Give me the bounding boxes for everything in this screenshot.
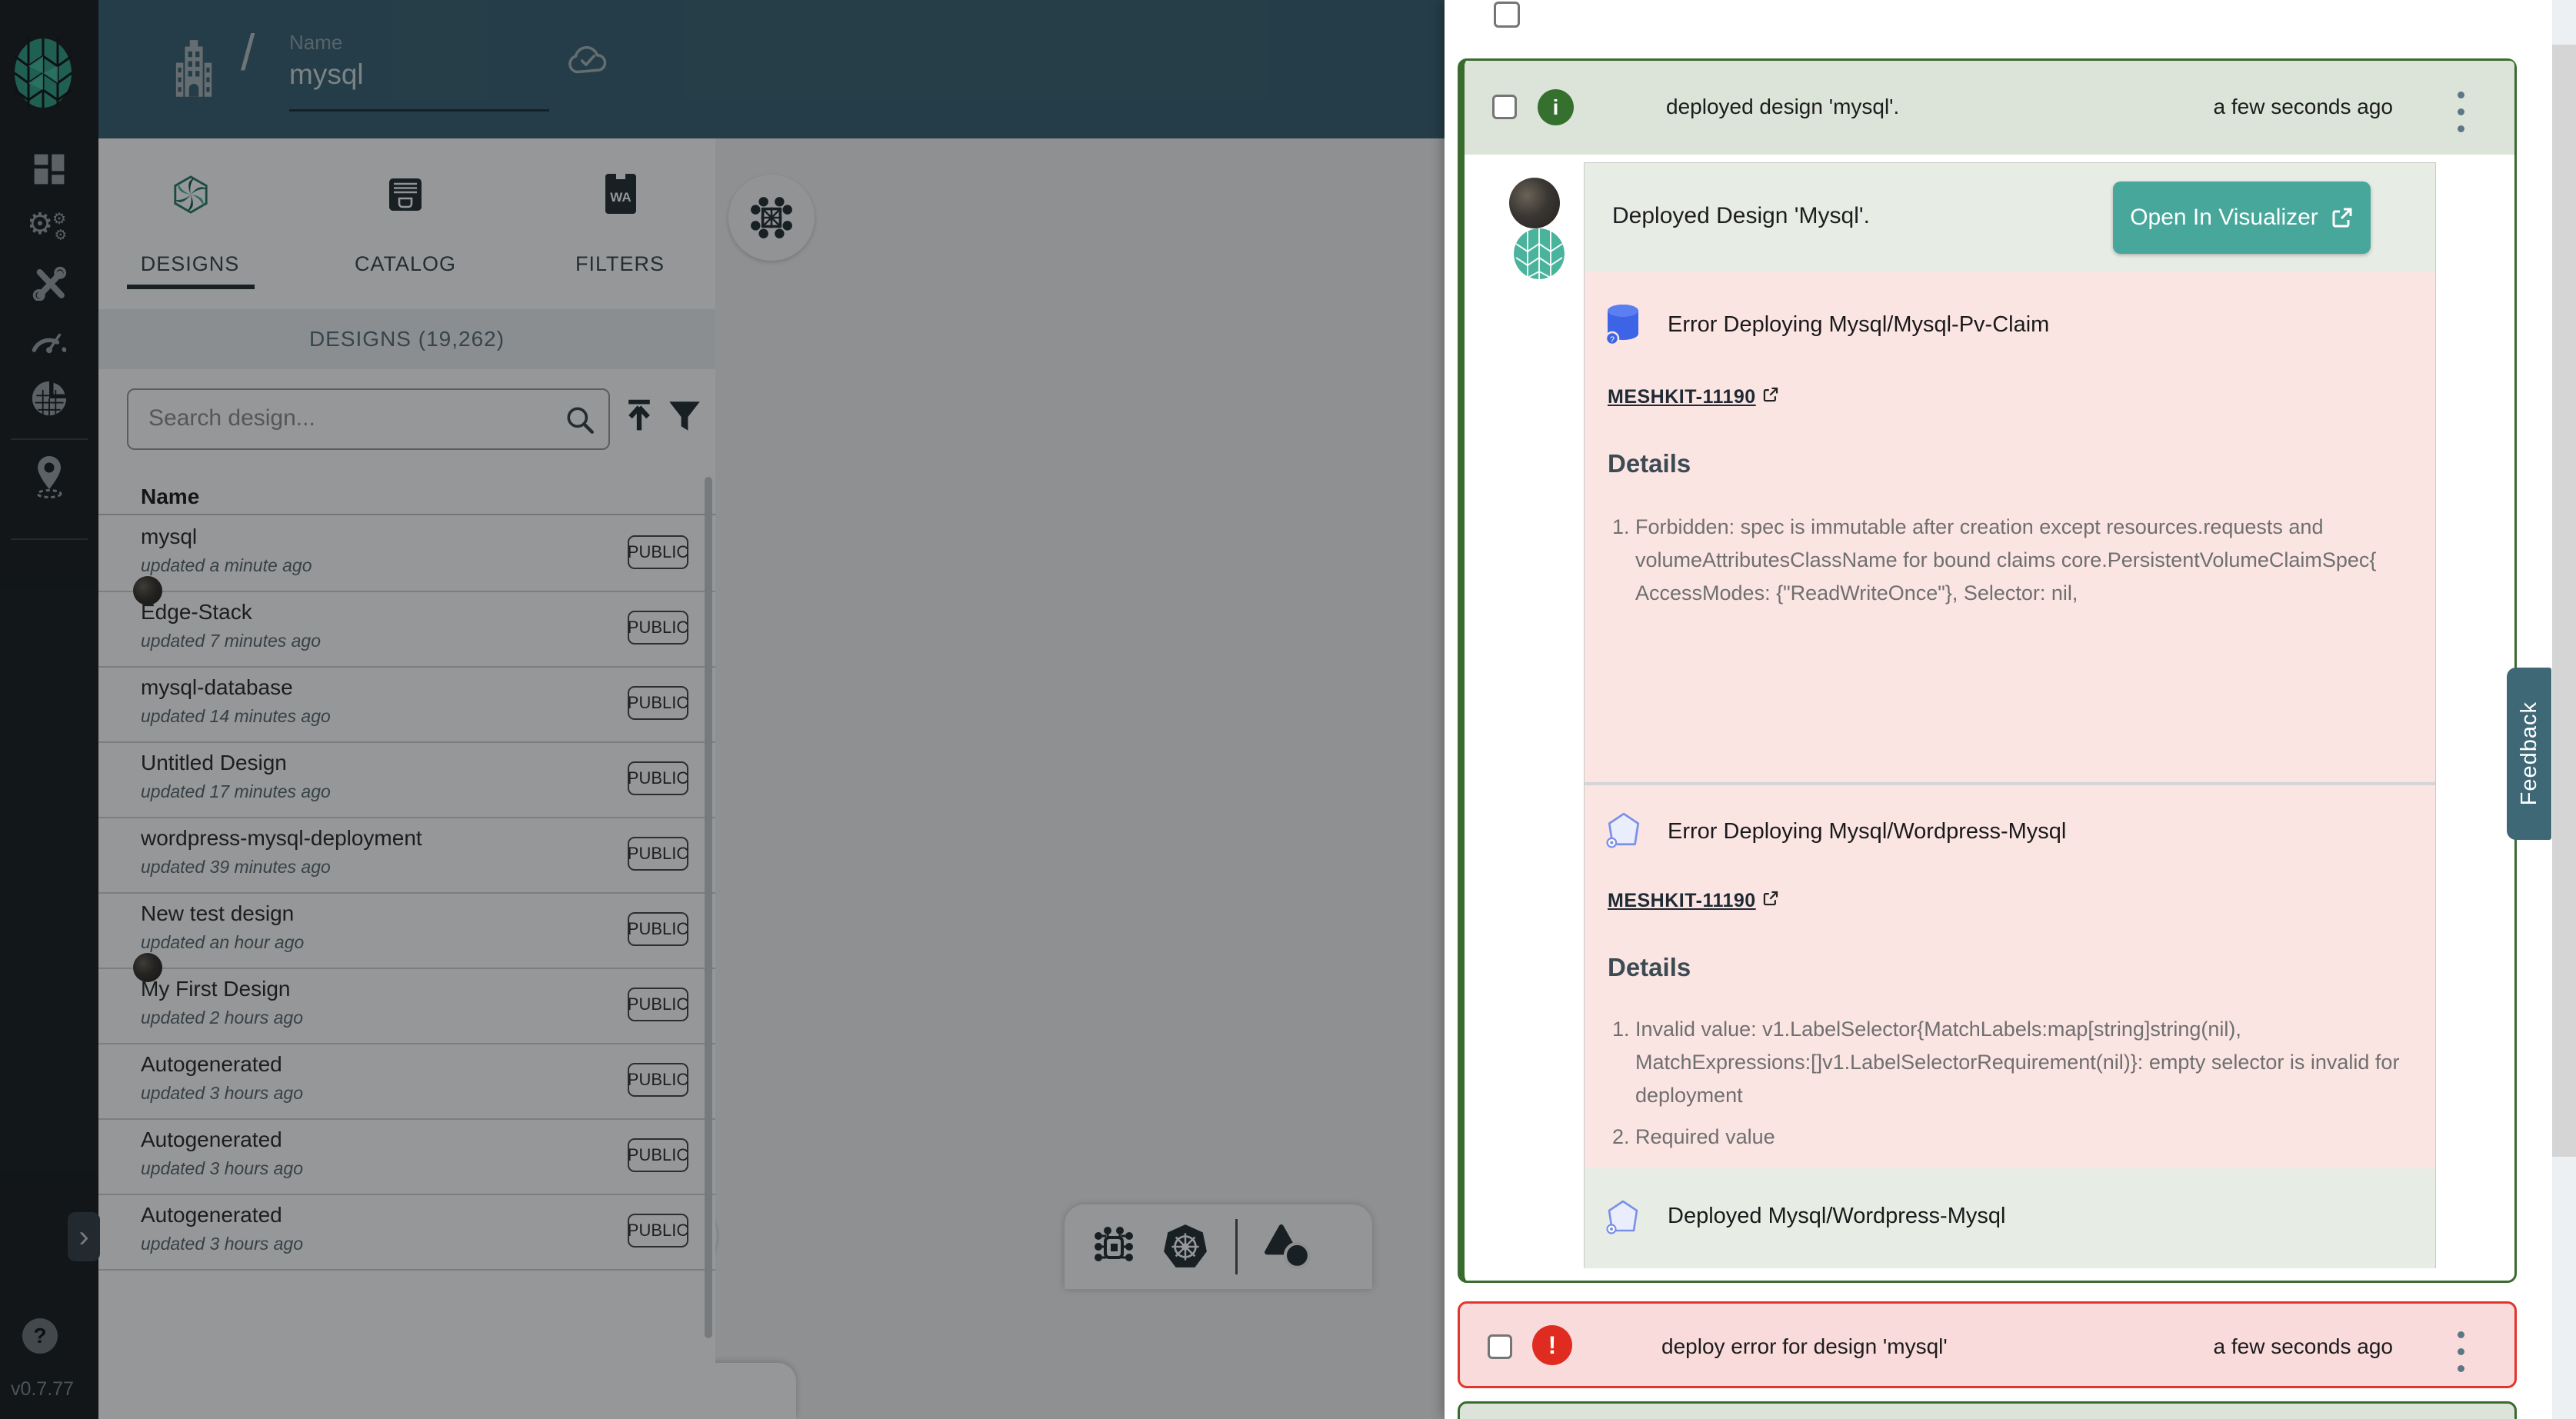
error-section: ? Error Deploying Mysql/Mysql-Pv-Claim M… <box>1585 272 2435 782</box>
notification-checkbox[interactable] <box>1488 1334 1512 1359</box>
meshery-avatar <box>1514 228 1565 279</box>
modal-overlay[interactable] <box>0 0 1445 1419</box>
meshkit-link-label: MESHKIT-11190 <box>1608 890 1756 912</box>
error-detail-item: Required value <box>1635 1121 2412 1154</box>
notification-menu-icon[interactable] <box>2449 92 2472 132</box>
user-avatar <box>1509 178 1560 228</box>
deployed-design-row: Deployed Design 'Mysql'. Open In Visuali… <box>1585 163 2435 272</box>
notification-card-success: i deployed design 'mysql'. a few seconds… <box>1458 58 2517 1283</box>
external-link-icon <box>1762 890 1779 907</box>
meshkit-error-link[interactable]: MESHKIT-11190 <box>1608 890 1779 912</box>
open-in-visualizer-button[interactable]: Open In Visualizer <box>2113 182 2371 254</box>
error-details-list: Forbidden: spec is immutable after creat… <box>1608 511 2412 618</box>
notification-detail-box: Deployed Design 'Mysql'. Open In Visuali… <box>1584 162 2436 1268</box>
error-section-title: Error Deploying Mysql/Mysql-Pv-Claim <box>1668 312 2049 338</box>
meshery-app: Rows 25 1-25 19262 ‹ › ‹ <box>0 0 2576 1419</box>
notification-center-panel: i deployed design 'mysql'. a few seconds… <box>1445 0 2576 1419</box>
external-link-icon <box>2331 206 2354 229</box>
error-details-list: Invalid value: v1.LabelSelector{MatchLab… <box>1608 1013 2412 1161</box>
notification-title: deploy error for design 'mysql' <box>1661 1334 1948 1359</box>
notification-menu-icon[interactable] <box>2449 1331 2472 1372</box>
open-in-visualizer-label: Open In Visualizer <box>2130 205 2318 231</box>
error-section-title: Error Deploying Mysql/Wordpress-Mysql <box>1668 819 2066 844</box>
feedback-tab[interactable]: Feedback <box>2507 668 2551 840</box>
svg-text:?: ? <box>1610 335 1615 345</box>
notification-checkbox[interactable] <box>1494 2 1520 28</box>
meshkit-error-link[interactable]: MESHKIT-11190 <box>1608 386 1779 408</box>
error-icon: ! <box>1532 1325 1572 1365</box>
meshkit-link-label: MESHKIT-11190 <box>1608 386 1756 408</box>
error-detail-item: Invalid value: v1.LabelSelector{MatchLab… <box>1635 1013 2412 1113</box>
deployed-component-text: Deployed Mysql/Wordpress-Mysql <box>1668 1204 2005 1229</box>
error-section: Error Deploying Mysql/Wordpress-Mysql ME… <box>1585 785 2435 1168</box>
persistent-volume-claim-icon: ? <box>1605 303 1641 346</box>
error-detail-item: Forbidden: spec is immutable after creat… <box>1635 511 2412 611</box>
notification-checkbox[interactable] <box>1492 95 1517 119</box>
deployment-pod-icon <box>1605 811 1643 850</box>
notification-card-success[interactable] <box>1458 1401 2517 1419</box>
details-heading: Details <box>1608 953 1691 982</box>
notification-title: deployed design 'mysql'. <box>1666 95 1899 119</box>
feedback-label: Feedback <box>2517 701 2542 805</box>
details-heading: Details <box>1608 449 1691 478</box>
notification-time: a few seconds ago <box>2214 95 2394 119</box>
deployed-component-row: Deployed Mysql/Wordpress-Mysql <box>1585 1168 2435 1268</box>
external-link-icon <box>1762 386 1779 403</box>
deployed-design-text: Deployed Design 'Mysql'. <box>1612 203 1870 229</box>
notification-card-error[interactable]: ! deploy error for design 'mysql' a few … <box>1458 1301 2517 1388</box>
panel-scrollbar-thumb[interactable] <box>2552 45 2576 1157</box>
deployment-pod-icon <box>1605 1199 1641 1236</box>
notification-time: a few seconds ago <box>2214 1334 2394 1359</box>
notification-card-header[interactable]: i deployed design 'mysql'. a few seconds… <box>1465 61 2514 155</box>
info-icon: i <box>1538 89 1574 125</box>
